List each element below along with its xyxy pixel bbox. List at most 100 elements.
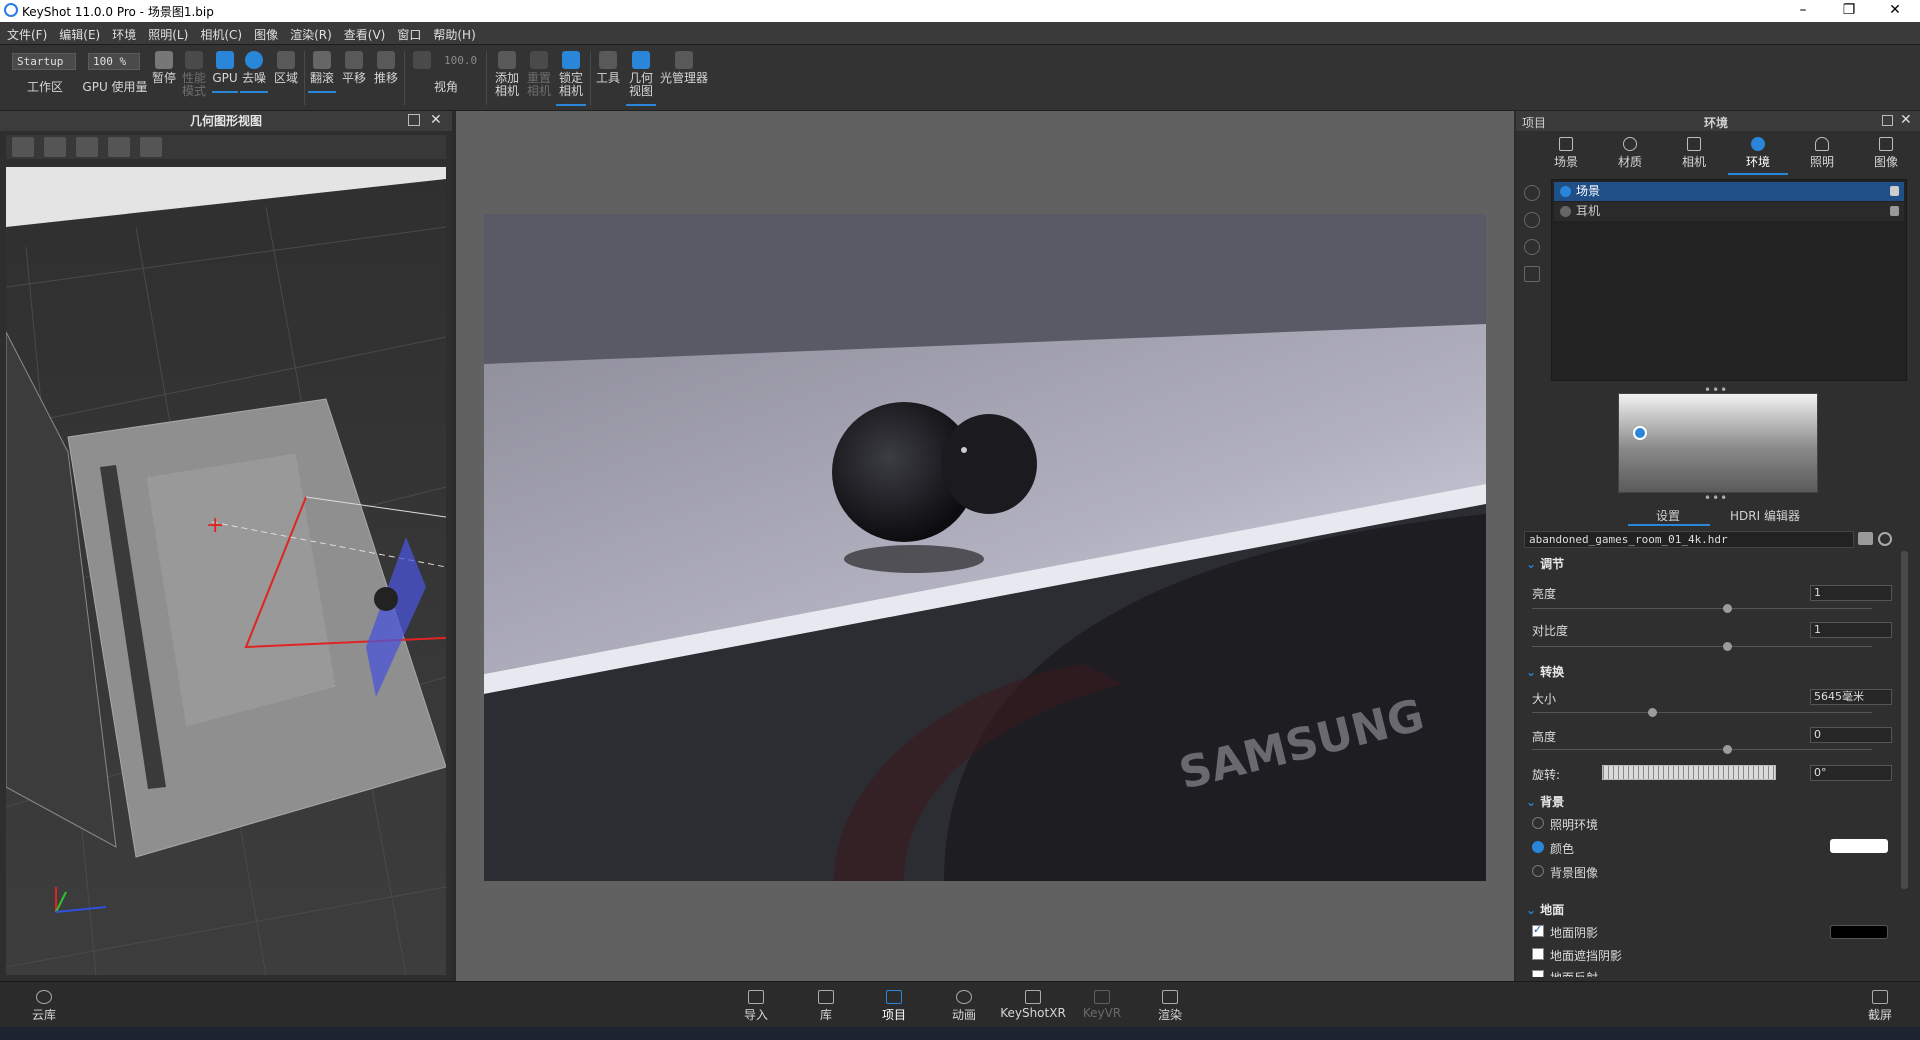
rotation-dial[interactable]: [1602, 765, 1776, 780]
brightness-slider[interactable]: [1532, 604, 1872, 613]
refresh-icon[interactable]: [1878, 532, 1892, 546]
shadow-color-swatch[interactable]: [1830, 925, 1888, 939]
trash-icon[interactable]: [1524, 266, 1540, 282]
camera-frame-icon[interactable]: [76, 137, 98, 157]
geometry-view-button[interactable]: 几何 视图: [626, 51, 656, 106]
menu-window[interactable]: 窗口: [390, 22, 426, 43]
bg-color-radio[interactable]: [1532, 841, 1544, 853]
splitter-handle[interactable]: •••: [1704, 491, 1728, 505]
menu-render[interactable]: 渲染(R): [283, 22, 337, 43]
hdr-file-field[interactable]: abandoned_games_room_01_4k.hdr: [1524, 531, 1854, 548]
height-slider[interactable]: [1532, 745, 1872, 754]
duplicate-environment-icon[interactable]: [1524, 212, 1540, 228]
list-item[interactable]: 场景: [1554, 182, 1904, 201]
ground-shadow-checkbox[interactable]: [1532, 923, 1544, 937]
maximize-button[interactable]: ❐: [1826, 0, 1872, 22]
folder-icon[interactable]: [1858, 532, 1873, 545]
section-ground[interactable]: 地面: [1526, 901, 1564, 918]
bg-color-swatch[interactable]: [1830, 839, 1888, 853]
pan-button[interactable]: 平移: [340, 51, 368, 85]
menu-help[interactable]: 帮助(H): [426, 22, 480, 43]
tab-material[interactable]: 材质: [1606, 137, 1654, 170]
float-panel-icon[interactable]: [1882, 115, 1893, 126]
tools-button[interactable]: 工具: [594, 51, 622, 85]
performance-mode-button[interactable]: 性能模式: [180, 51, 208, 98]
person-icon[interactable]: [140, 137, 162, 157]
cloud-library-button[interactable]: 云库: [16, 990, 72, 1023]
close-panel-icon[interactable]: ✕: [1900, 112, 1912, 128]
slider-knob[interactable]: [1723, 745, 1732, 754]
menu-edit[interactable]: 编辑(E): [52, 22, 105, 43]
slider-knob[interactable]: [1723, 642, 1732, 651]
real-time-viewport[interactable]: SAMSUNG: [456, 111, 1514, 981]
import-button[interactable]: 导入: [728, 990, 784, 1023]
float-panel-icon[interactable]: [408, 114, 420, 126]
gpu-usage-field[interactable]: 100 %: [88, 53, 140, 70]
close-window-button[interactable]: ✕: [1872, 0, 1918, 22]
lock-camera-button[interactable]: 锁定 相机: [556, 51, 586, 106]
keyvr-button[interactable]: KeyVR: [1074, 990, 1130, 1020]
tab-environment[interactable]: 环境: [1728, 137, 1788, 175]
ground-reflection-label: 地面反射: [1550, 969, 1598, 977]
contrast-slider[interactable]: [1532, 642, 1872, 651]
menu-camera[interactable]: 相机(C): [193, 22, 247, 43]
keyshotxr-button[interactable]: KeyShotXR: [1000, 990, 1066, 1020]
menu-environment[interactable]: 环境: [105, 22, 141, 43]
add-environment-icon[interactable]: [1524, 185, 1540, 201]
pause-button[interactable]: 暂停: [150, 51, 178, 85]
bg-image-radio[interactable]: [1532, 865, 1544, 877]
library-button[interactable]: 库: [798, 990, 854, 1023]
slider-knob[interactable]: [1723, 604, 1732, 613]
project-button[interactable]: 项目: [866, 990, 922, 1029]
subtab-settings[interactable]: 设置: [1656, 507, 1680, 524]
light-position-marker[interactable]: [1633, 426, 1647, 440]
ground-occlusion-checkbox[interactable]: [1532, 948, 1544, 960]
close-panel-icon[interactable]: ✕: [430, 112, 442, 128]
size-field[interactable]: 5645毫米: [1810, 689, 1892, 705]
menu-file[interactable]: 文件(F): [0, 22, 52, 43]
tab-camera[interactable]: 相机: [1670, 137, 1718, 170]
tumble-button[interactable]: 翻滚: [308, 51, 336, 93]
lock-icon[interactable]: [1890, 206, 1899, 216]
screenshot-button[interactable]: 截屏: [1852, 990, 1908, 1023]
add-camera-button[interactable]: 添加 相机: [492, 51, 522, 98]
reset-camera-button[interactable]: 重置 相机: [524, 51, 554, 98]
gpu-toggle[interactable]: GPU: [212, 51, 238, 93]
size-slider[interactable]: [1532, 708, 1872, 717]
geometry-viewport[interactable]: +: [6, 167, 446, 975]
denoise-toggle[interactable]: 去噪: [240, 51, 268, 93]
slider-knob[interactable]: [1648, 708, 1657, 717]
light-manager-button[interactable]: 光管理器: [658, 51, 710, 85]
tab-lighting[interactable]: 照明: [1798, 137, 1846, 170]
bg-lighting-radio[interactable]: [1532, 817, 1544, 829]
menu-lighting[interactable]: 照明(L): [141, 22, 193, 43]
contrast-field[interactable]: 1: [1810, 622, 1892, 638]
render-button[interactable]: 渲染: [1142, 990, 1198, 1023]
move-icon[interactable]: [108, 137, 130, 157]
menu-image[interactable]: 图像: [247, 22, 283, 43]
fov-field[interactable]: 100.0: [440, 53, 484, 70]
ground-reflection-checkbox[interactable]: [1532, 970, 1544, 977]
workspace-select[interactable]: Startup: [12, 53, 76, 70]
height-field[interactable]: 0: [1810, 727, 1892, 743]
list-item[interactable]: 耳机: [1554, 202, 1904, 221]
region-button[interactable]: 区域: [272, 51, 300, 85]
animation-button[interactable]: 动画: [936, 990, 992, 1023]
subtab-hdri-editor[interactable]: HDRI 编辑器: [1730, 507, 1800, 524]
menu-view[interactable]: 查看(V): [337, 22, 391, 43]
brightness-field[interactable]: 1: [1810, 585, 1892, 601]
cube-view-icon[interactable]: [44, 137, 66, 157]
dolly-button[interactable]: 推移: [372, 51, 400, 85]
tab-scene[interactable]: 场景: [1542, 137, 1590, 170]
section-adjust[interactable]: 调节: [1526, 555, 1564, 572]
hdri-preview[interactable]: [1618, 393, 1818, 493]
rotation-field[interactable]: 0°: [1810, 765, 1892, 781]
settings-gear-icon[interactable]: [12, 137, 34, 157]
tab-image[interactable]: 图像: [1862, 137, 1910, 170]
copy-environment-icon[interactable]: [1524, 239, 1540, 255]
scrollbar[interactable]: [1901, 551, 1908, 889]
minimize-button[interactable]: –: [1780, 0, 1826, 22]
section-background[interactable]: 背景: [1526, 793, 1564, 810]
lock-icon[interactable]: [1890, 186, 1899, 196]
section-transform[interactable]: 转换: [1526, 663, 1564, 680]
